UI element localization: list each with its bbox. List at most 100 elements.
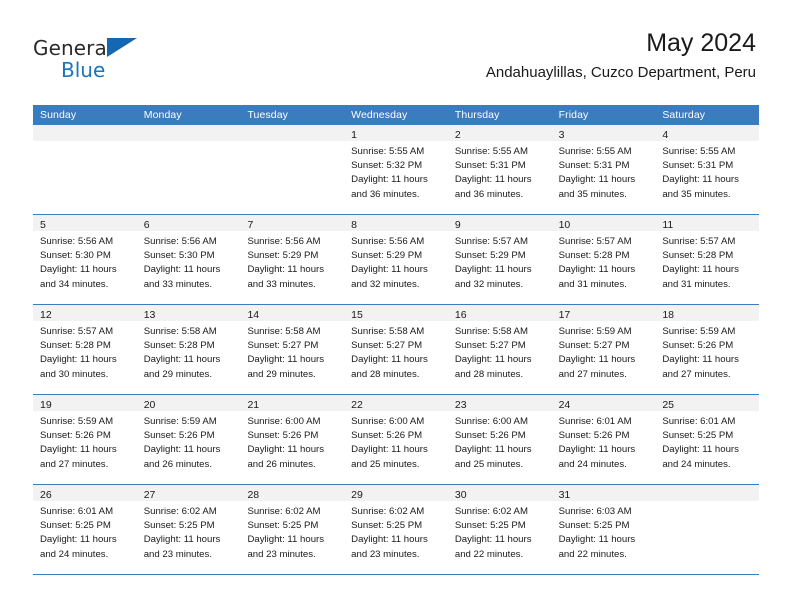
day-sun-info: Sunrise: 5:57 AM Sunset: 5:28 PM Daylight:… [552, 231, 656, 292]
calendar-day-cell[interactable]: 23 Sunrise: 6:00 AM Sunset: 5:26 PM Dayligh… [447, 395, 552, 484]
calendar-day-cell[interactable]: 7 Sunrise: 5:56 AM Sunset: 5:29 PM Daylight… [240, 215, 345, 304]
sunset-text: Sunset: 5:25 PM [40, 520, 111, 532]
day-number: 24 [558, 399, 571, 411]
calendar-day-cell[interactable]: 25 Sunrise: 6:01 AM Sunset: 5:25 PM Dayligh… [655, 395, 760, 484]
sunset-text: Sunset: 5:30 PM [40, 250, 111, 262]
calendar-day-cell[interactable]: 16 Sunrise: 5:58 AM Sunset: 5:27 PM Dayligh… [447, 305, 552, 394]
sunset-text: Sunset: 5:28 PM [662, 250, 734, 262]
weekday-header-row: Sunday Monday Tuesday Wednesday Thursday… [33, 105, 759, 125]
day-sun-info: Sunrise: 6:01 AM Sunset: 5:26 PM Daylight:… [552, 411, 656, 472]
calendar-day-cell[interactable]: 6 Sunrise: 5:56 AM Sunset: 5:30 PM Daylight… [136, 215, 241, 304]
day-number-band: 26 [33, 485, 137, 501]
calendar-day-cell[interactable]: 3 Sunrise: 5:55 AM Sunset: 5:31 PM Daylight… [551, 125, 656, 214]
sunset-text: Sunset: 5:25 PM [351, 520, 423, 532]
daylight-text-line2: and 23 minutes. [247, 548, 316, 560]
sunset-text: Sunset: 5:28 PM [558, 250, 630, 262]
daylight-text-line2: and 29 minutes. [247, 368, 316, 380]
sunrise-text: Sunrise: 5:55 AM [662, 146, 736, 157]
calendar-day-cell[interactable]: 5 Sunrise: 5:56 AM Sunset: 5:30 PM Daylight… [33, 215, 137, 304]
calendar-day-cell[interactable]: 8 Sunrise: 5:56 AM Sunset: 5:29 PM Daylight… [344, 215, 448, 304]
daylight-text-line2: and 36 minutes. [351, 188, 420, 200]
calendar-day-cell[interactable]: 24 Sunrise: 6:01 AM Sunset: 5:26 PM Dayligh… [551, 395, 656, 484]
day-sun-info: Sunrise: 6:03 AM Sunset: 5:25 PM Daylight:… [552, 501, 656, 562]
day-number-band: 29 [344, 485, 448, 501]
day-number: 4 [662, 129, 669, 141]
calendar-day-cell-empty [136, 125, 241, 214]
sunset-text: Sunset: 5:26 PM [662, 340, 734, 352]
day-number: 9 [454, 219, 461, 231]
sunrise-text: Sunrise: 5:59 AM [143, 416, 217, 427]
calendar-day-cell[interactable]: 26 Sunrise: 6:01 AM Sunset: 5:25 PM Dayligh… [33, 485, 137, 574]
day-number: 7 [247, 219, 254, 231]
weekday-header-tuesday: Tuesday [247, 109, 289, 121]
day-sun-info: Sunrise: 6:00 AM Sunset: 5:26 PM Daylight:… [240, 411, 344, 472]
daylight-text-line2: and 25 minutes. [351, 458, 420, 470]
calendar-day-cell[interactable]: 18 Sunrise: 5:59 AM Sunset: 5:26 PM Dayligh… [655, 305, 760, 394]
day-number-band [240, 125, 345, 141]
day-number: 28 [247, 489, 260, 501]
day-number-band: 5 [33, 215, 137, 231]
day-number: 6 [143, 219, 150, 231]
day-sun-info: Sunrise: 5:57 AM Sunset: 5:29 PM Daylight:… [448, 231, 552, 292]
daylight-text-line1: Daylight: 11 hours [40, 354, 117, 366]
weekday-header-friday: Friday [558, 109, 589, 121]
calendar-day-cell[interactable]: 1 Sunrise: 5:55 AM Sunset: 5:32 PM Daylight… [344, 125, 448, 214]
daylight-text-line2: and 35 minutes. [558, 188, 627, 200]
day-number: 8 [351, 219, 357, 231]
calendar-day-cell[interactable]: 30 Sunrise: 6:02 AM Sunset: 5:25 PM Dayligh… [447, 485, 552, 574]
calendar-week-row: 1 Sunrise: 5:55 AM Sunset: 5:32 PM Daylight… [33, 125, 760, 215]
sunrise-text: Sunrise: 6:02 AM [454, 506, 528, 517]
day-number: 22 [351, 399, 363, 411]
sunrise-text: Sunrise: 5:59 AM [558, 326, 632, 337]
calendar-day-cell[interactable]: 11 Sunrise: 5:57 AM Sunset: 5:28 PM Dayligh… [655, 215, 760, 304]
calendar-day-cell[interactable]: 9 Sunrise: 5:57 AM Sunset: 5:29 PM Daylight… [447, 215, 552, 304]
calendar-day-cell[interactable]: 14 Sunrise: 5:58 AM Sunset: 5:27 PM Dayligh… [240, 305, 345, 394]
daylight-text-line2: and 31 minutes. [662, 278, 731, 290]
day-number: 1 [351, 129, 357, 141]
daylight-text-line1: Daylight: 11 hours [662, 354, 739, 366]
day-number: 27 [143, 489, 156, 501]
calendar-day-cell[interactable]: 29 Sunrise: 6:02 AM Sunset: 5:25 PM Dayligh… [344, 485, 448, 574]
calendar-day-cell[interactable]: 17 Sunrise: 5:59 AM Sunset: 5:27 PM Dayligh… [551, 305, 656, 394]
calendar-day-cell[interactable]: 4 Sunrise: 5:55 AM Sunset: 5:31 PM Daylight… [655, 125, 760, 214]
day-number-band: 14 [240, 305, 345, 321]
day-number-band [655, 485, 760, 501]
calendar-day-cell[interactable]: 21 Sunrise: 6:00 AM Sunset: 5:26 PM Dayligh… [240, 395, 345, 484]
daylight-text-line1: Daylight: 11 hours [558, 264, 636, 276]
calendar-day-cell[interactable]: 2 Sunrise: 5:55 AM Sunset: 5:31 PM Daylight… [447, 125, 552, 214]
daylight-text-line2: and 34 minutes. [40, 278, 109, 290]
calendar-day-cell[interactable]: 19 Sunrise: 5:59 AM Sunset: 5:26 PM Dayligh… [33, 395, 137, 484]
sunrise-text: Sunrise: 6:03 AM [558, 506, 632, 517]
calendar-day-cell[interactable]: 10 Sunrise: 5:57 AM Sunset: 5:28 PM Dayligh… [551, 215, 656, 304]
day-number: 30 [454, 489, 467, 501]
calendar-day-cell[interactable]: 27 Sunrise: 6:02 AM Sunset: 5:25 PM Dayligh… [136, 485, 241, 574]
calendar-day-cell[interactable]: 13 Sunrise: 5:58 AM Sunset: 5:28 PM Dayligh… [136, 305, 241, 394]
calendar-day-cell[interactable]: 31 Sunrise: 6:03 AM Sunset: 5:25 PM Dayligh… [551, 485, 656, 574]
sunrise-text: Sunrise: 5:58 AM [247, 326, 321, 337]
sunset-text: Sunset: 5:25 PM [558, 520, 630, 532]
calendar-day-cell-empty [240, 125, 345, 214]
daylight-text-line2: and 35 minutes. [662, 188, 731, 200]
calendar-day-cell[interactable]: 15 Sunrise: 5:58 AM Sunset: 5:27 PM Dayligh… [344, 305, 448, 394]
calendar-day-cell[interactable]: 20 Sunrise: 5:59 AM Sunset: 5:26 PM Dayligh… [136, 395, 241, 484]
day-sun-info: Sunrise: 5:59 AM Sunset: 5:26 PM Daylight:… [33, 411, 137, 472]
calendar-day-cell[interactable]: 12 Sunrise: 5:57 AM Sunset: 5:28 PM Dayligh… [33, 305, 137, 394]
calendar-weeks: 1 Sunrise: 5:55 AM Sunset: 5:32 PM Daylight… [33, 125, 760, 575]
page-subtitle: Andahuaylillas, Cuzco Department, Peru [485, 64, 756, 81]
day-sun-info: Sunrise: 6:02 AM Sunset: 5:25 PM Daylight:… [344, 501, 448, 562]
sunrise-text: Sunrise: 5:58 AM [143, 326, 217, 337]
day-number: 10 [558, 219, 571, 231]
daylight-text-line1: Daylight: 11 hours [247, 354, 325, 366]
day-sun-info: Sunrise: 5:55 AM Sunset: 5:32 PM Daylight:… [344, 141, 448, 202]
calendar-day-cell[interactable]: 28 Sunrise: 6:02 AM Sunset: 5:25 PM Dayligh… [240, 485, 345, 574]
day-number: 20 [143, 399, 156, 411]
sunset-text: Sunset: 5:32 PM [351, 160, 423, 172]
sunrise-text: Sunrise: 5:55 AM [454, 146, 528, 157]
general-blue-logo[interactable]: General Blue [33, 36, 213, 92]
sunset-text: Sunset: 5:29 PM [247, 250, 319, 262]
sunrise-text: Sunrise: 5:56 AM [40, 236, 114, 247]
calendar-day-cell[interactable]: 22 Sunrise: 6:00 AM Sunset: 5:26 PM Dayligh… [344, 395, 448, 484]
day-sun-info: Sunrise: 6:01 AM Sunset: 5:25 PM Daylight:… [655, 411, 759, 472]
sunset-text: Sunset: 5:30 PM [143, 250, 215, 262]
sunset-text: Sunset: 5:25 PM [454, 520, 526, 532]
